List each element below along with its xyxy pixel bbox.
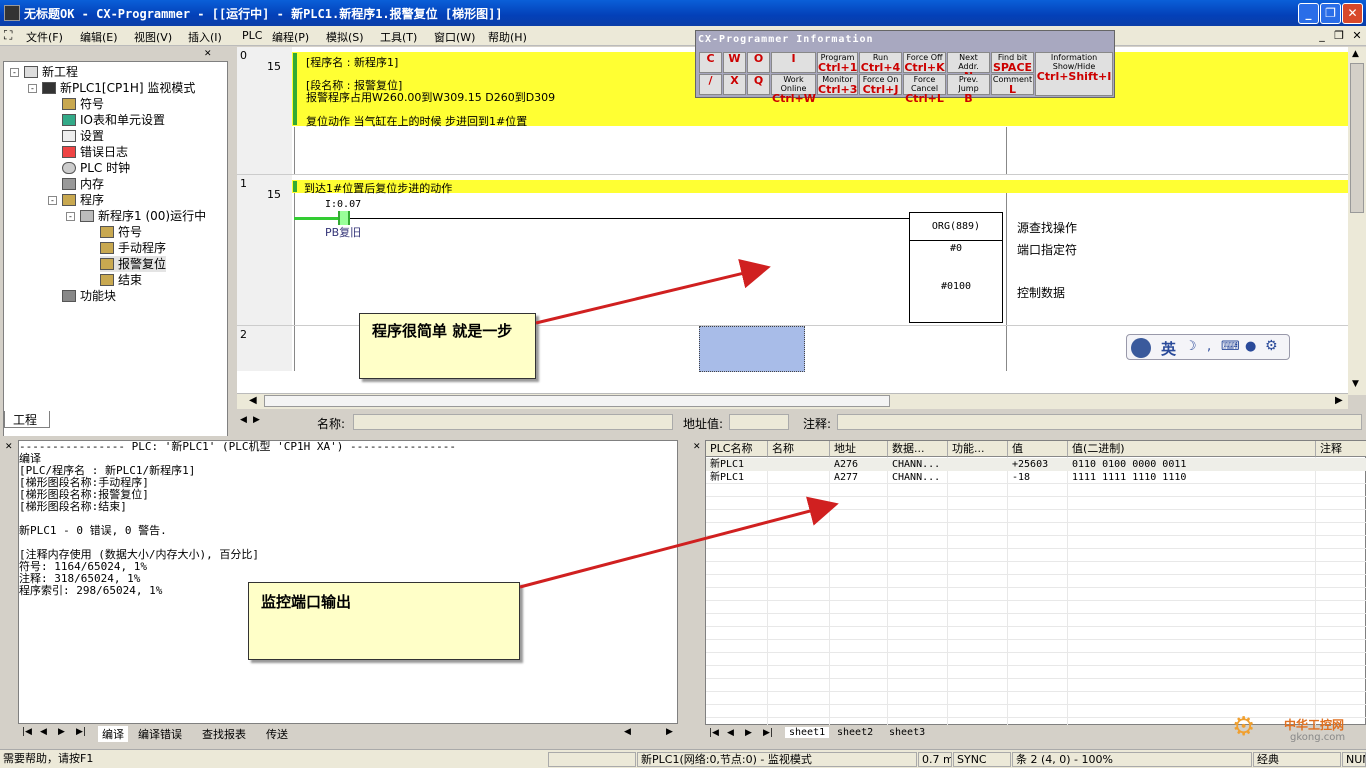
status-empty [548,752,636,767]
watermark-url: gkong.com [1290,732,1346,743]
arrow-to-watch [519,496,839,589]
status-cycle-time: 0.7 m [918,752,952,767]
arrow-to-instruction [535,259,771,325]
status-network: 新PLC1(网络:0,节点:0) - 监视模式 [637,752,917,767]
gear-logo-icon: ⚙ [1232,712,1256,742]
status-bar: 需要帮助，请按F1 新PLC1(网络:0,节点:0) - 监视模式 0.7 m … [0,749,1366,768]
watermark-brand: 中华工控网 [1284,718,1345,732]
status-mode: 经典 [1253,752,1341,767]
annotation-arrows [519,259,839,589]
status-help: 需要帮助，请按F1 [3,752,94,765]
watermark: ⚙ 中华工控网 gkong.com [1232,712,1364,748]
status-numlock: NUM [1342,752,1366,767]
status-sync: SYNC [953,752,1011,767]
status-position: 条 2 (4, 0) - 100% [1012,752,1252,767]
